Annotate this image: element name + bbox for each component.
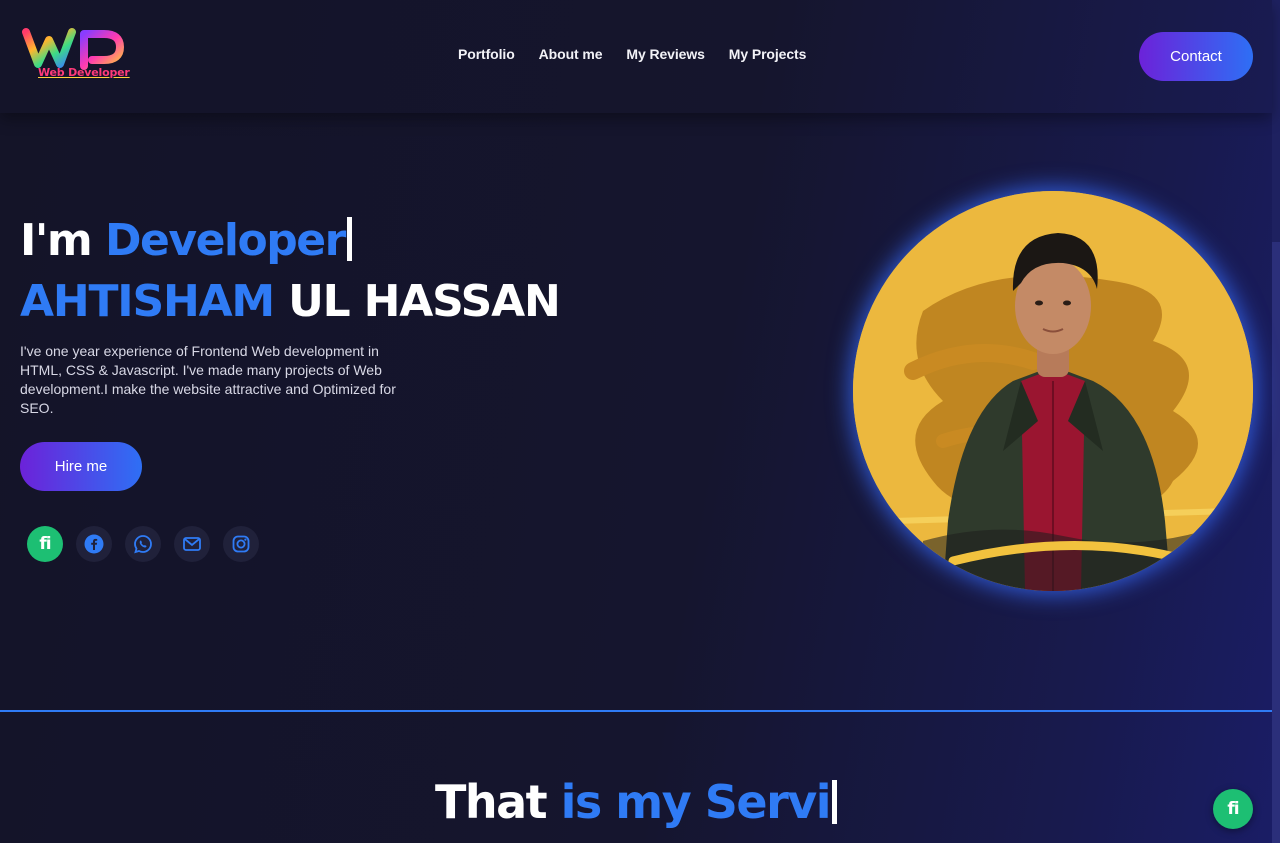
fiverr-link[interactable]: fi (27, 526, 63, 562)
mail-icon (183, 537, 201, 551)
nav-item-about-me[interactable]: About me (539, 46, 603, 62)
typing-cursor-services (832, 780, 838, 824)
services-title-white: That (434, 775, 548, 829)
instagram-link[interactable] (223, 526, 259, 562)
logo-subtitle: Web Developer (38, 66, 130, 79)
typing-cursor (346, 217, 352, 261)
profile-illustration (853, 191, 1253, 591)
services-title: That is my Servi (0, 775, 1272, 829)
profile-photo (853, 191, 1253, 591)
scrollbar-track[interactable] (1272, 0, 1280, 843)
page: Web Developer Portfolio About me My Revi… (0, 0, 1280, 843)
scrollbar-thumb[interactable] (1272, 242, 1280, 843)
mail-link[interactable] (174, 526, 210, 562)
nav-item-my-projects[interactable]: My Projects (729, 46, 807, 62)
contact-button[interactable]: Contact (1139, 32, 1253, 81)
social-links: fi (27, 526, 259, 562)
hire-me-button[interactable]: Hire me (20, 442, 142, 491)
fiverr-icon: fi (39, 534, 51, 554)
main-nav: Portfolio About me My Reviews My Project… (458, 46, 806, 62)
facebook-link[interactable] (76, 526, 112, 562)
hero-typed-role: Developer (105, 215, 346, 266)
hero-name-first: AHTISHAM (20, 276, 275, 327)
hero-intro-prefix: I'm (20, 215, 93, 266)
floating-fiverr-button[interactable]: fi (1213, 789, 1253, 829)
hero-name-rest: UL HASSAN (288, 276, 561, 327)
hero-name: AHTISHAM UL HASSAN (20, 276, 561, 327)
hero-description: I've one year experience of Frontend Web… (20, 343, 396, 416)
nav-item-portfolio[interactable]: Portfolio (458, 46, 515, 62)
whatsapp-icon (134, 535, 152, 554)
section-divider (0, 710, 1272, 712)
whatsapp-link[interactable] (125, 526, 161, 562)
nav-item-my-reviews[interactable]: My Reviews (626, 46, 704, 62)
hero-intro: I'm Developer (20, 215, 352, 266)
services-title-accent: is my Servi (560, 775, 832, 829)
facebook-icon (84, 534, 104, 554)
fiverr-icon: fi (1227, 799, 1239, 819)
site-header: Web Developer Portfolio About me My Revi… (0, 0, 1272, 113)
instagram-icon (232, 535, 250, 553)
